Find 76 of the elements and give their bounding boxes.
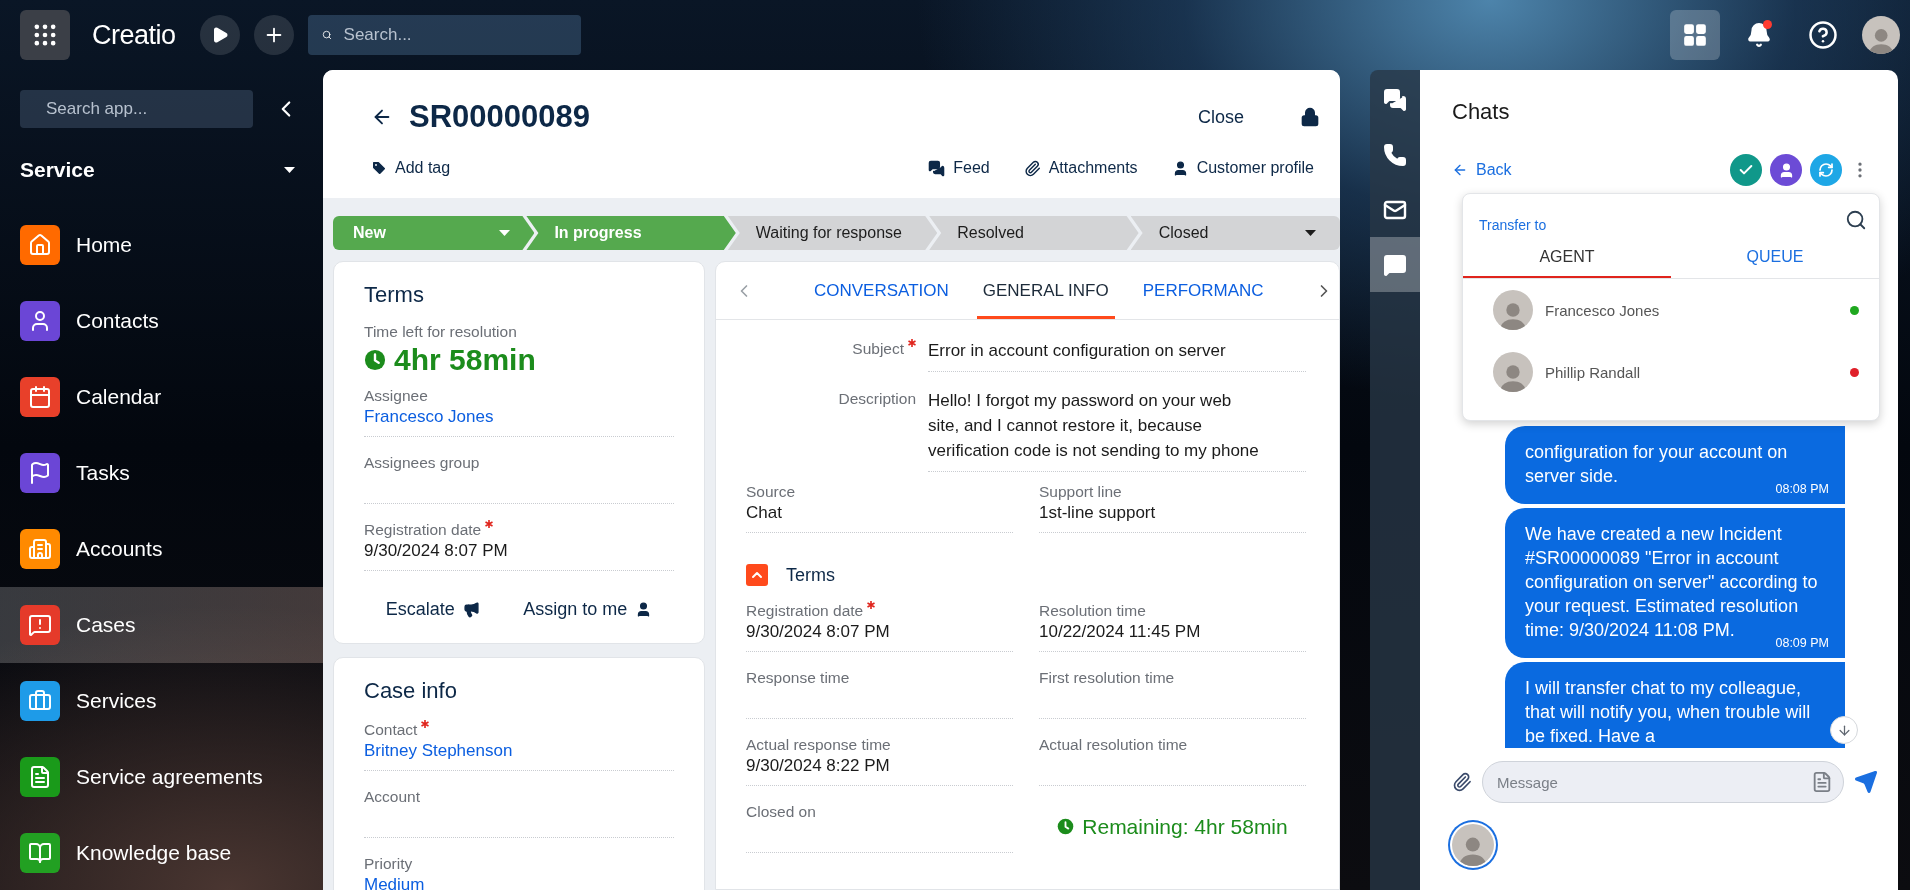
field-value: Error in account configuration on server [928,340,1227,362]
header-link[interactable]: Feed [928,159,990,177]
search-input[interactable]: Search... [341,24,567,46]
remaining-time: Remaining: 4hr 58min [1082,814,1288,839]
field-label: Contact [364,720,418,740]
agent-name: Phillip Randall [1545,363,1642,381]
field-label: Description [838,389,916,409]
stage-step[interactable]: Resolved [929,216,1139,250]
field-value: 9/30/2024 8:07 PM [746,621,891,643]
field-label: Time left for resolution [364,323,517,340]
field-label: First resolution time [1039,668,1175,688]
nav-item[interactable]: Knowledge base [0,815,323,890]
nav-item[interactable]: Service agreements [0,739,323,815]
field-link[interactable]: Britney Stephenson [364,740,674,762]
tab[interactable]: GENERAL INFO [976,262,1115,319]
field-link[interactable]: Francesco Jones [364,406,674,428]
field-value: 1st-line support [1039,502,1157,524]
tab[interactable]: CONVERSATION [808,262,955,319]
field-label: Assignees group [364,453,480,473]
section-title: Terms [786,564,835,586]
card-title: Case info [364,677,458,705]
record-title: SR00000089 [409,99,591,135]
field-label: Assignee [364,386,428,406]
field-label: Closed on [746,802,816,822]
nav-item[interactable]: Tasks [0,435,323,511]
nav-item[interactable]: Cases [0,587,323,663]
agent-item[interactable]: Francesco Jones [1463,279,1879,341]
field-value: 10/22/2024 11:45 PM [1039,621,1202,643]
message-time: 08:09 PM [1775,636,1829,650]
tab[interactable]: AGENT [1463,238,1671,278]
field-value: 9/30/2024 8:07 PM [364,540,509,562]
stage-step[interactable]: Waiting for response [727,216,938,250]
field-value: Chat [746,502,783,524]
field-label: Registration date [364,520,482,540]
workplace-selector[interactable]: Service [20,158,295,182]
back-link[interactable]: Back [1452,161,1722,179]
escalate-button[interactable]: Escalate [385,598,480,620]
timer-value: 4hr 58min [394,343,536,377]
app-search-field[interactable]: Search app... [20,90,253,128]
nav-item[interactable]: Calendar [0,359,323,435]
field-label: Account [364,787,420,807]
tab[interactable]: QUEUE [1671,238,1879,278]
tab[interactable]: PERFORMANC [1136,262,1270,319]
nav-item[interactable]: Services [0,663,323,739]
field-value: Hello! I forgot my password on your web site, and I cannot restore it, because verification code is not sending to my phone [928,390,1260,462]
field-label: Resolution time [1039,601,1146,621]
agent-name: Francesco Jones [1545,301,1661,319]
message-field[interactable]: Message [1482,761,1844,803]
stage-step[interactable]: Closed [1130,216,1340,250]
panel-title: Chats [1452,98,1511,126]
message-input[interactable]: Message [1495,772,1811,792]
message-time: 08:08 PM [1775,482,1829,496]
nav-item[interactable]: Contacts [0,283,323,359]
field-label: Priority [364,854,413,874]
popup-title: Transfer to [1479,216,1547,233]
assign-button[interactable]: Assign to me [523,598,653,620]
agent-item[interactable]: Phillip Randall [1463,341,1879,403]
card-title: Terms [364,281,425,309]
header-link[interactable]: Customer profile [1171,159,1314,177]
field-label: Source [746,482,796,502]
header-link[interactable]: Attachments [1023,159,1138,177]
field-label: Registration date [746,601,864,621]
nav-item[interactable]: Accounts [0,511,323,587]
message-text: I will transfer chat to my colleague, that will notify you, when trouble will be fixed. Have a [1525,677,1812,748]
logo: Creatio [92,19,176,51]
field-link[interactable]: Medium [364,874,674,890]
add-tag-button[interactable]: Add tag [371,159,451,177]
search-field[interactable]: Search... [307,15,581,55]
nav-item[interactable]: Home [0,207,323,283]
field-value: 9/30/2024 8:22 PM [746,755,891,777]
field-label: Actual response time [746,735,891,755]
close-button[interactable]: Close [1197,106,1244,128]
field-label: Actual resolution time [1039,735,1188,755]
field-label: Subject [852,339,904,359]
field-label: Support line [1039,482,1122,502]
field-label: Response time [746,668,850,688]
